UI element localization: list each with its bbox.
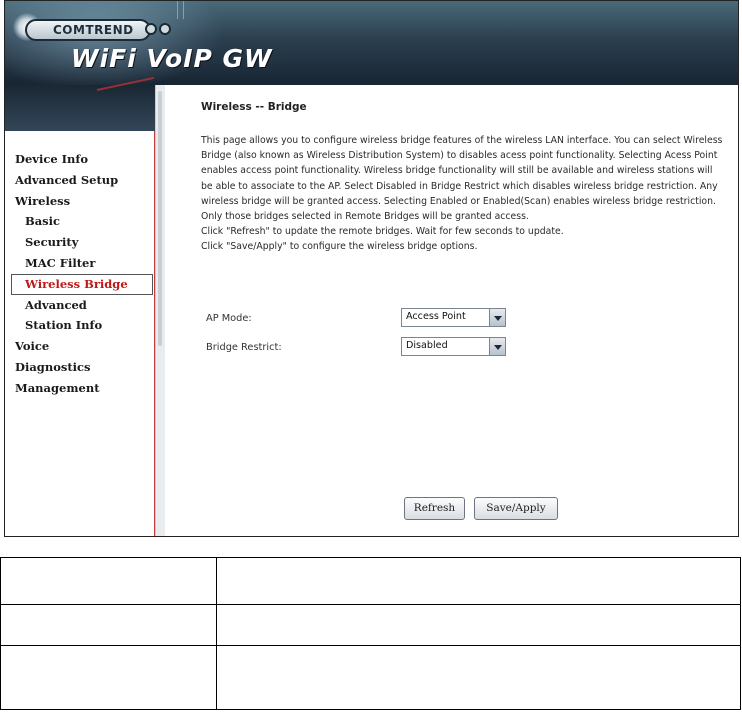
scrollbar-thumb[interactable] [158,91,162,346]
table-row [0,604,741,646]
table-cell [0,557,217,605]
browser-screenshot: COMTREND WiFi VoIP GW Device Info Advanc… [4,0,739,537]
table-row [0,645,741,710]
page-title: Wireless -- Bridge [201,101,307,113]
ap-mode-value: Access Point [406,311,466,322]
main-content: Wireless -- Bridge This page allows you … [165,85,738,536]
brand-dot-icon [145,23,157,35]
banner-antenna-lines [175,1,215,21]
sidebar-item-diagnostics[interactable]: Diagnostics [5,357,154,378]
chevron-down-icon[interactable] [489,338,505,355]
ap-mode-label: AP Mode: [206,313,252,324]
sidebar-nav: Device Info Advanced Setup Wireless Basi… [5,149,154,399]
refresh-button[interactable]: Refresh [404,497,465,520]
page-description: This page allows you to configure wirele… [201,133,726,255]
sidebar: Device Info Advanced Setup Wireless Basi… [5,131,156,536]
table-cell [216,557,741,605]
table-cell [0,645,217,710]
table-cell [216,645,741,710]
table-cell [0,604,217,646]
brand-name: COMTREND [53,23,134,37]
sidebar-item-advanced-setup[interactable]: Advanced Setup [5,170,154,191]
ap-mode-select[interactable]: Access Point [401,308,506,327]
sidebar-header [5,76,155,131]
description-refresh-note: Click "Refresh" to update the remote bri… [201,226,564,238]
sidebar-item-station-info[interactable]: Station Info [5,315,154,336]
brand-logo: COMTREND [25,19,151,41]
sidebar-item-wireless-bridge[interactable]: Wireless Bridge [11,273,153,295]
header-banner: COMTREND WiFi VoIP GW [5,1,738,85]
sidebar-item-mac-filter[interactable]: MAC Filter [5,253,154,274]
description-save-note: Click "Save/Apply" to configure the wire… [201,241,478,253]
chevron-down-icon[interactable] [489,309,505,326]
sidebar-item-wireless[interactable]: Wireless [5,191,154,212]
sidebar-item-security[interactable]: Security [5,232,154,253]
sidebar-item-voice[interactable]: Voice [5,336,154,357]
save-apply-button[interactable]: Save/Apply [474,497,558,520]
sidebar-item-device-info[interactable]: Device Info [5,149,154,170]
bridge-restrict-select[interactable]: Disabled [401,337,506,356]
sidebar-item-basic[interactable]: Basic [5,211,154,232]
bridge-restrict-value: Disabled [406,340,448,351]
frame-scrollbar[interactable] [155,85,165,536]
description-paragraph: This page allows you to configure wirele… [201,135,723,223]
table-cell [216,604,741,646]
product-title: WiFi VoIP GW [71,44,273,73]
sidebar-item-advanced[interactable]: Advanced [5,295,154,316]
bridge-restrict-label: Bridge Restrict: [206,342,282,353]
brand-dot-icon [159,23,171,35]
parameter-table [0,557,741,710]
sidebar-item-management[interactable]: Management [5,378,154,399]
table-row [0,557,741,605]
